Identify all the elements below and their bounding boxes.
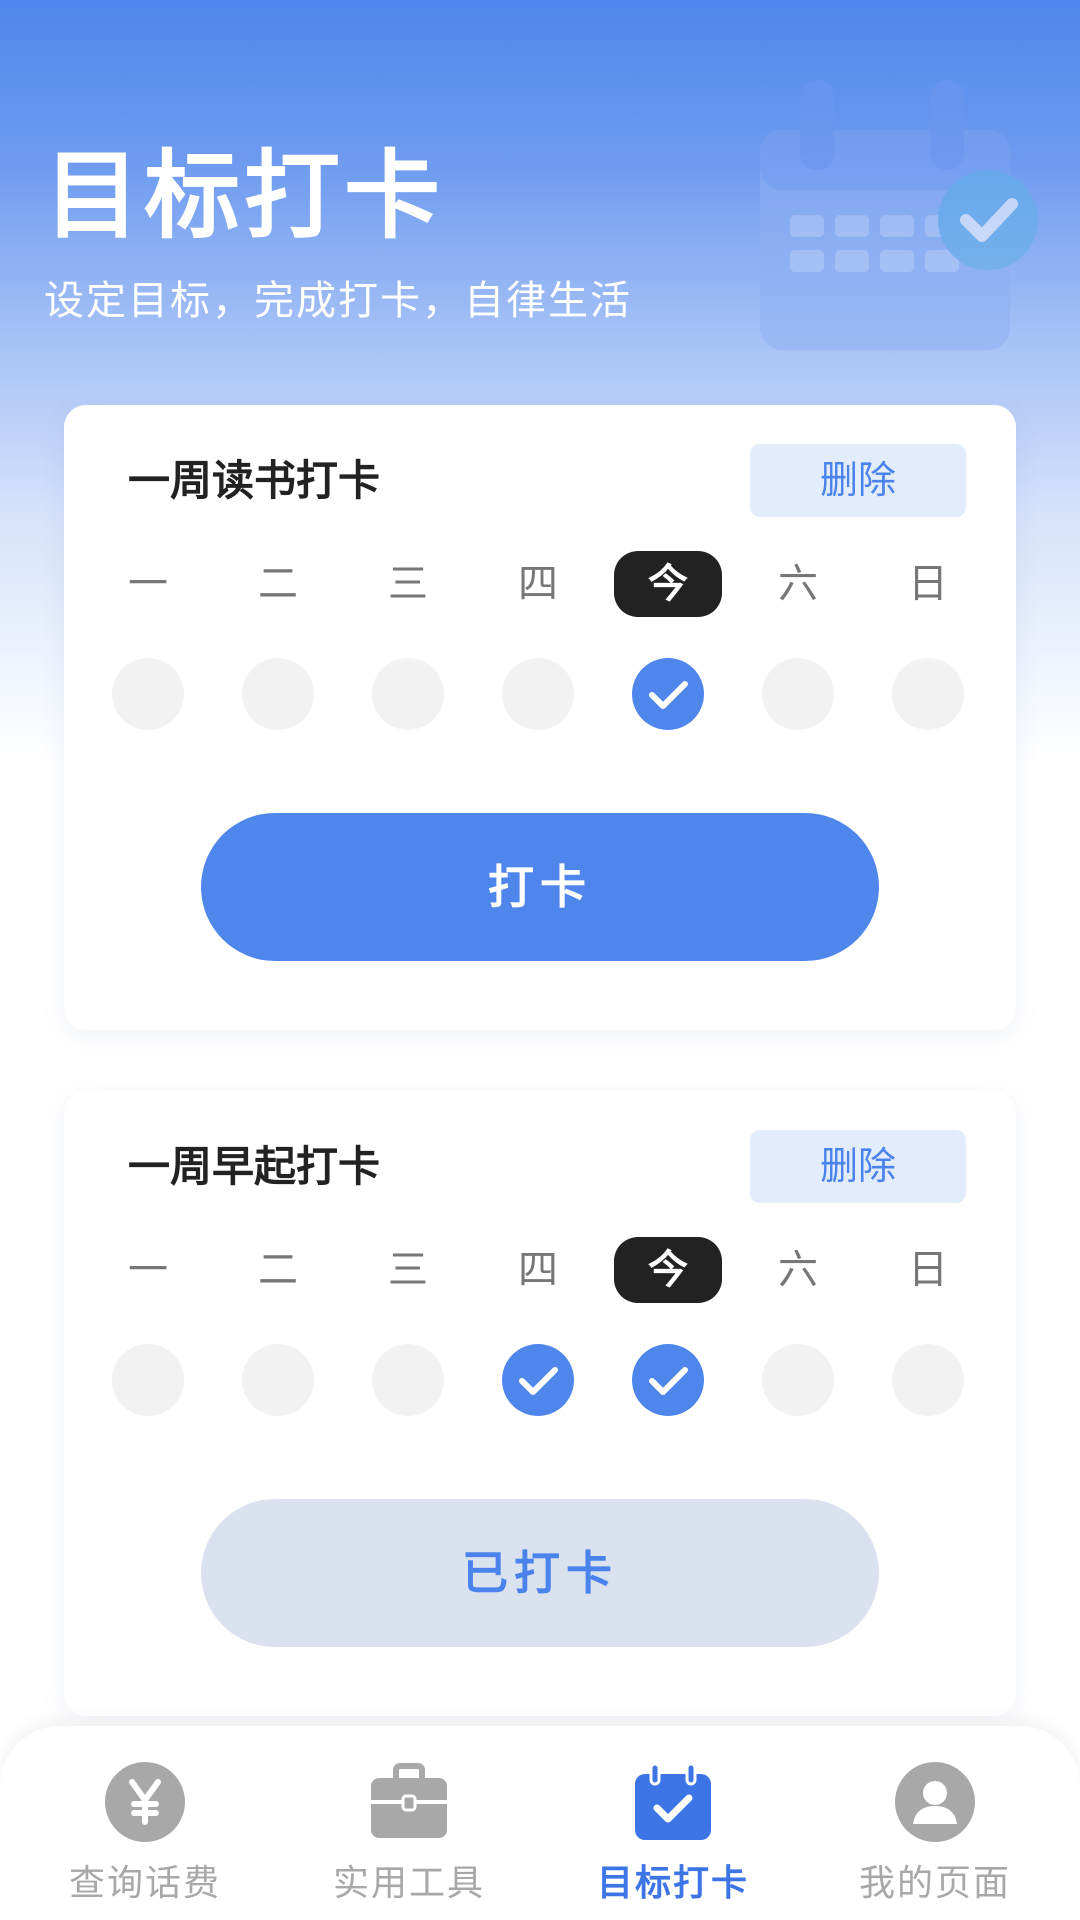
day-status-dot-checked (632, 658, 704, 730)
tab-label: 查询话费 (68, 1863, 221, 1904)
day-status-dot (112, 658, 184, 730)
day-status-dot (242, 1344, 314, 1416)
goal-card-early-rise: 一周早起打卡 删除 一 二 三 四 今 六 日 已打卡 (64, 1091, 1016, 1716)
day-status-dot (372, 1344, 444, 1416)
day-status-dot-checked (632, 1344, 704, 1416)
weekday-label-today: 今 (614, 1237, 722, 1303)
day-status-dot (502, 658, 574, 730)
day-status-dot-checked (502, 1344, 574, 1416)
goal-title: 一周早起打卡 (128, 1142, 381, 1191)
goal-title: 一周读书打卡 (128, 456, 381, 505)
weekday-label-sat: 六 (778, 1247, 818, 1293)
tab-label: 实用工具 (332, 1863, 485, 1904)
checkmark-icon (519, 1367, 558, 1395)
tab-query-bill[interactable]: 查询话费 (10, 1726, 280, 1920)
calendar-illustration-icon (760, 80, 1038, 350)
delete-button[interactable]: 删除 (750, 1130, 966, 1203)
weekday-label-thu: 四 (518, 561, 558, 607)
weekday-label-sun: 日 (908, 1247, 948, 1293)
page-title: 目标打卡 (44, 140, 444, 252)
tab-label: 我的页面 (858, 1863, 1011, 1904)
bottom-tab-bar: 查询话费 实用工具 目标打卡 我的页面 (0, 1726, 1080, 1920)
weekday-label-wed: 三 (388, 1247, 428, 1293)
day-status-dot (762, 658, 834, 730)
weekday-label-wed: 三 (388, 561, 428, 607)
weekday-label-today: 今 (614, 551, 722, 617)
yen-icon (105, 1762, 185, 1842)
checkmark-icon (649, 681, 688, 709)
check-in-button[interactable]: 打卡 (201, 813, 879, 961)
user-icon (895, 1762, 975, 1842)
weekday-label-mon: 一 (128, 1247, 168, 1293)
weekday-label-tue: 二 (258, 1247, 298, 1293)
day-status-dot (372, 658, 444, 730)
weekday-label-sun: 日 (908, 561, 948, 607)
day-status-dot (762, 1344, 834, 1416)
weekday-label-sat: 六 (778, 561, 818, 607)
weekday-label-mon: 一 (128, 561, 168, 607)
page-subtitle: 设定目标，完成打卡，自律生活 (44, 278, 632, 324)
calendar-check-icon (635, 1762, 711, 1840)
tab-utilities[interactable]: 实用工具 (274, 1726, 544, 1920)
checked-in-button[interactable]: 已打卡 (201, 1499, 879, 1647)
day-status-dot (892, 658, 964, 730)
tab-label: 目标打卡 (596, 1863, 749, 1904)
goal-card-reading: 一周读书打卡 删除 一 二 三 四 今 六 日 打卡 (64, 405, 1016, 1030)
toolbox-icon (371, 1763, 447, 1838)
day-status-dot (892, 1344, 964, 1416)
weekday-label-tue: 二 (258, 561, 298, 607)
tab-goal-checkin[interactable]: 目标打卡 (538, 1726, 808, 1920)
day-status-dot (112, 1344, 184, 1416)
delete-button[interactable]: 删除 (750, 444, 966, 517)
tab-my-page[interactable]: 我的页面 (800, 1726, 1070, 1920)
weekday-label-thu: 四 (518, 1247, 558, 1293)
checkmark-icon (649, 1367, 688, 1395)
day-status-dot (242, 658, 314, 730)
